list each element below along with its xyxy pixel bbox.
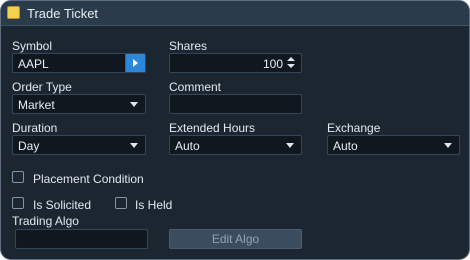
duration-select[interactable]: Day [12,135,146,155]
shares-label: Shares [169,39,208,53]
chevron-down-icon [444,143,452,148]
title-bar: Trade Ticket [1,1,469,26]
order-type-label: Order Type [12,80,72,94]
is-solicited-checkbox[interactable] [12,197,24,209]
edit-algo-button[interactable]: Edit Algo [169,229,302,249]
chevron-up-icon[interactable] [287,57,295,61]
is-solicited-label[interactable]: Is Solicited [33,198,91,212]
arrow-right-icon [133,59,138,67]
duration-value: Day [18,139,40,153]
exchange-label: Exchange [327,121,381,135]
symbol-input[interactable]: AAPL [12,53,146,73]
is-held-checkbox[interactable] [115,197,127,209]
exchange-value: Auto [333,139,358,153]
chevron-down-icon [130,102,138,107]
duration-label: Duration [12,121,58,135]
extended-hours-label: Extended Hours [169,121,256,135]
placement-condition-label[interactable]: Placement Condition [33,172,144,186]
order-type-select[interactable]: Market [12,94,146,114]
symbol-value: AAPL [18,57,49,71]
comment-label: Comment [169,80,222,94]
symbol-label: Symbol [12,39,53,53]
ticket-icon [7,6,20,19]
comment-input[interactable] [169,94,302,114]
shares-value: 100 [262,57,283,71]
order-type-value: Market [18,98,55,112]
stepper-arrows[interactable] [287,56,296,70]
chevron-down-icon [130,143,138,148]
trading-algo-label: Trading Algo [12,214,79,228]
chevron-down-icon[interactable] [287,64,295,68]
extended-hours-select[interactable]: Auto [169,135,302,155]
trading-algo-field[interactable] [15,229,148,249]
trade-ticket-window: Trade Ticket Symbol AAPL Shares 100 Orde… [0,0,470,260]
extended-hours-value: Auto [175,139,200,153]
symbol-go-button[interactable] [125,54,145,72]
window-title: Trade Ticket [27,6,99,21]
is-held-label[interactable]: Is Held [135,198,172,212]
chevron-down-icon [286,143,294,148]
placement-condition-checkbox[interactable] [12,171,24,183]
shares-stepper[interactable]: 100 [169,53,302,73]
exchange-select[interactable]: Auto [327,135,460,155]
